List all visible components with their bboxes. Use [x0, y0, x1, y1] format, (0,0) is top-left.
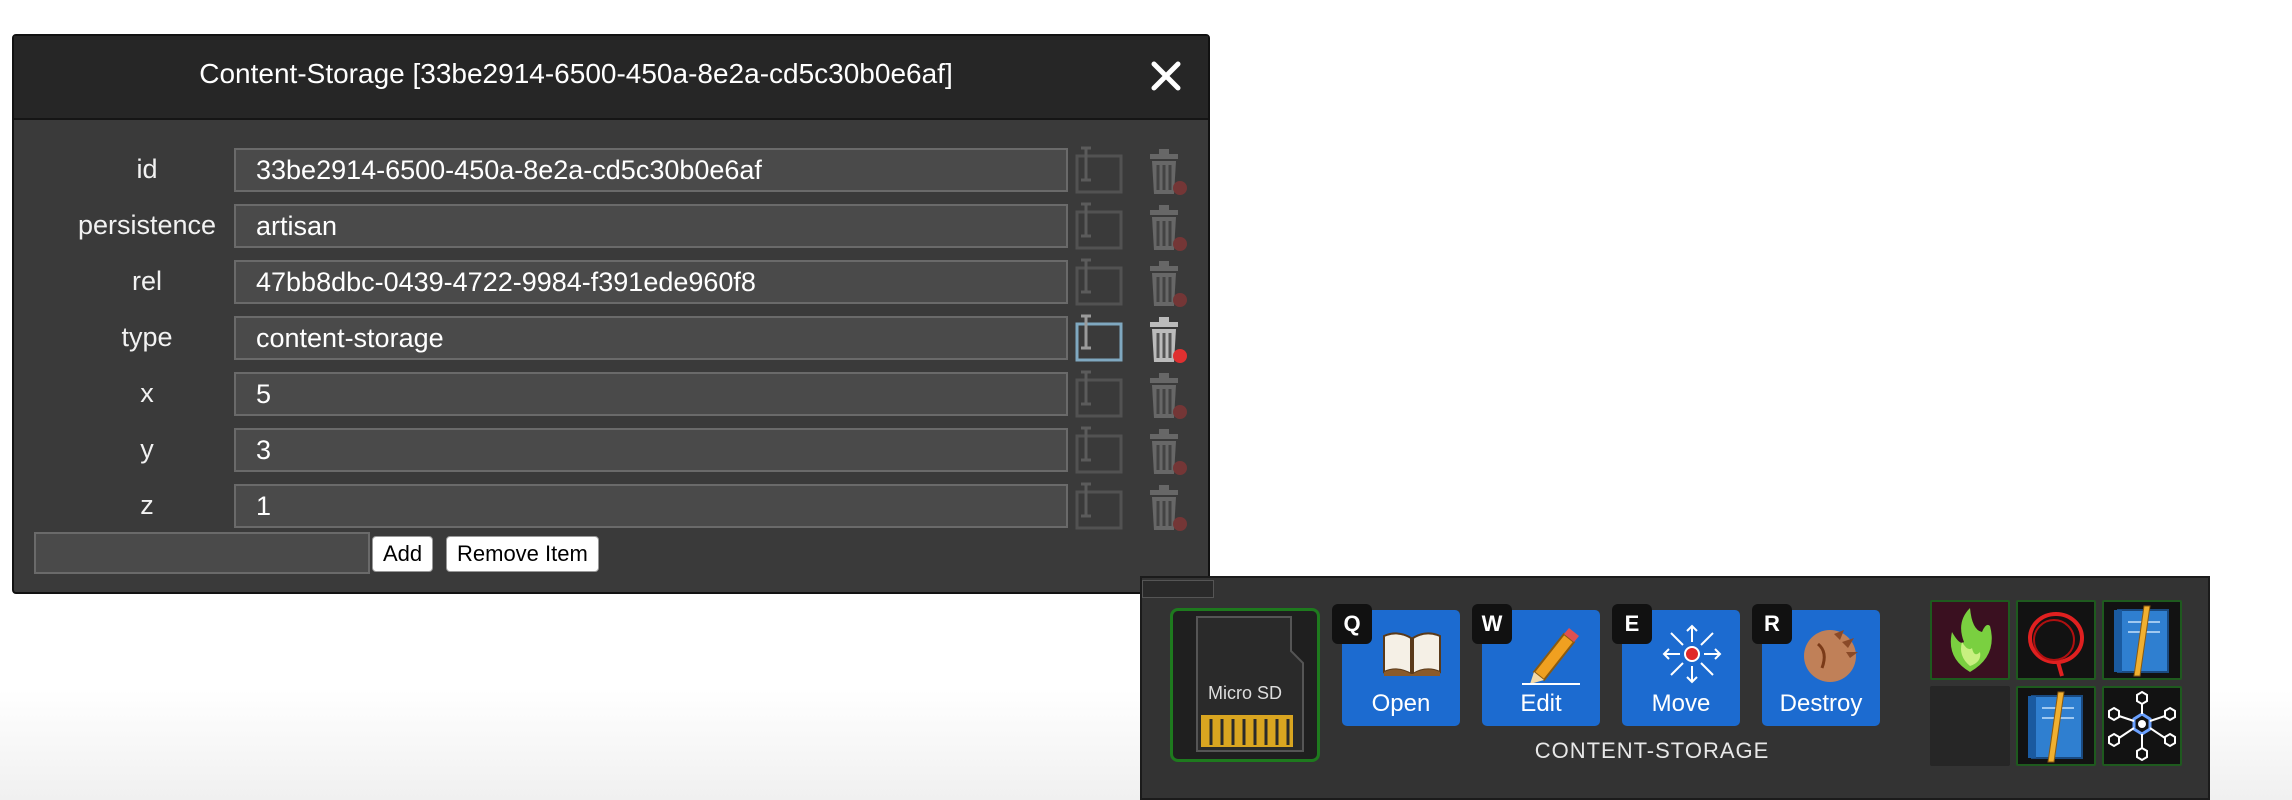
rename-icon[interactable] — [1074, 258, 1126, 308]
property-row: persistence — [14, 202, 1204, 252]
rename-icon[interactable] — [1074, 482, 1126, 532]
property-value-input[interactable] — [234, 260, 1068, 304]
red-cable-icon — [2018, 602, 2094, 683]
action-panel: Micro SD Q Open W Edit E Move R Destroy … — [1140, 576, 2210, 800]
hotkey-badge: E — [1612, 604, 1652, 644]
network-hex-icon — [2104, 688, 2180, 769]
property-row: z — [14, 482, 1204, 532]
new-property-input[interactable] — [34, 532, 370, 574]
trash-icon[interactable] — [1144, 482, 1192, 534]
properties-dialog: Content-Storage [33be2914-6500-450a-8e2a… — [12, 34, 1210, 594]
rename-icon[interactable] — [1074, 314, 1126, 364]
close-icon — [1151, 61, 1181, 91]
property-value-input[interactable] — [234, 372, 1068, 416]
property-key-label: persistence — [77, 210, 217, 240]
property-value-input[interactable] — [234, 148, 1068, 192]
green-flame-icon — [1932, 602, 2008, 683]
rename-icon[interactable] — [1074, 370, 1126, 420]
remove-item-button[interactable]: Remove Item — [446, 536, 599, 572]
property-value-input[interactable] — [234, 484, 1068, 528]
selected-item-label: Micro SD — [1207, 683, 1282, 703]
blue-notebook-icon — [2018, 688, 2094, 769]
property-row: type — [14, 314, 1204, 364]
property-value-input[interactable] — [234, 428, 1068, 472]
property-key-label: id — [136, 154, 158, 184]
inventory-slot[interactable] — [2102, 600, 2182, 680]
blue-notebook-icon — [2104, 602, 2180, 683]
property-row: x — [14, 370, 1204, 420]
book-icon — [1380, 622, 1444, 686]
trash-icon[interactable] — [1144, 314, 1192, 366]
action-label: Destroy — [1779, 690, 1863, 717]
trash-icon[interactable] — [1144, 370, 1192, 422]
dialog-header: Content-Storage [33be2914-6500-450a-8e2a… — [14, 36, 1208, 120]
action-move-button[interactable]: E Move — [1612, 604, 1740, 726]
selected-object-name: CONTENT-STORAGE — [1534, 738, 1770, 763]
inventory-slot[interactable] — [2102, 686, 2182, 766]
trash-icon[interactable] — [1144, 146, 1192, 198]
panel-tab — [1142, 580, 1214, 598]
action-label: Open — [1371, 690, 1431, 717]
inventory-slot[interactable] — [1930, 600, 2010, 680]
destroy-icon — [1800, 622, 1864, 686]
property-key-label: z — [140, 490, 154, 520]
property-row: rel — [14, 258, 1204, 308]
move-icon — [1660, 622, 1724, 686]
dialog-title: Content-Storage [33be2914-6500-450a-8e2a… — [199, 58, 953, 89]
property-row: y — [14, 426, 1204, 476]
action-label: Edit — [1520, 690, 1562, 717]
action-destroy-button[interactable]: R Destroy — [1752, 604, 1880, 726]
close-button[interactable] — [1146, 56, 1186, 96]
rename-icon[interactable] — [1074, 426, 1126, 476]
trash-icon[interactable] — [1144, 426, 1192, 478]
inventory-slot[interactable] — [1930, 686, 2010, 766]
page: Content-Storage [33be2914-6500-450a-8e2a… — [0, 0, 2292, 800]
rename-icon[interactable] — [1074, 146, 1126, 196]
property-row: id — [14, 146, 1204, 196]
action-label: Move — [1651, 690, 1711, 717]
property-key-label: x — [140, 378, 154, 408]
add-button[interactable]: Add — [372, 536, 434, 572]
property-key-label: type — [121, 322, 173, 352]
hotkey-badge: Q — [1332, 604, 1372, 644]
rename-icon[interactable] — [1074, 202, 1126, 252]
inventory-slot[interactable] — [2016, 600, 2096, 680]
hotkey-badge: R — [1752, 604, 1792, 644]
inventory-slot[interactable] — [2016, 686, 2096, 766]
property-key-label: y — [140, 434, 154, 464]
pencil-icon — [1520, 622, 1584, 686]
action-open-button[interactable]: Q Open — [1332, 604, 1460, 726]
selected-item-tile[interactable]: Micro SD — [1170, 608, 1320, 762]
property-value-input[interactable] — [234, 316, 1068, 360]
hotkey-badge: W — [1472, 604, 1512, 644]
property-value-input[interactable] — [234, 204, 1068, 248]
trash-icon[interactable] — [1144, 258, 1192, 310]
trash-icon[interactable] — [1144, 202, 1192, 254]
property-key-label: rel — [131, 266, 162, 296]
action-edit-button[interactable]: W Edit — [1472, 604, 1600, 726]
